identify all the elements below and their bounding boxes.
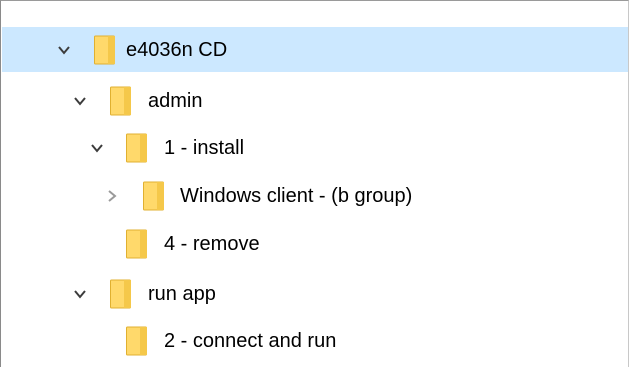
tree-item-2-connect-and-run[interactable]: 2 - connect and run — [2, 318, 628, 363]
tree-item-label: 2 - connect and run — [164, 329, 337, 352]
tree-item-e4036n-cd[interactable]: e4036n CD — [2, 27, 628, 72]
folder-icon — [126, 326, 148, 356]
tree-item-label: admin — [148, 89, 203, 112]
tree-item-label: Windows client - (b group) — [180, 184, 413, 207]
folder-tree-pane: e4036n CD admin 1 - install Windows clie… — [0, 0, 629, 367]
tree-item-label: 1 - install — [164, 136, 245, 159]
tree-item-label: run app — [148, 282, 216, 305]
tree-item-label: e4036n CD — [126, 38, 228, 61]
folder-icon — [94, 35, 116, 65]
folder-icon — [110, 279, 132, 309]
tree-item-4-remove[interactable]: 4 - remove — [2, 221, 628, 266]
tree-item-windows-client-b-group[interactable]: Windows client - (b group) — [2, 173, 628, 218]
chevron-down-icon[interactable] — [69, 90, 91, 112]
tree-item-1-install[interactable]: 1 - install — [2, 125, 628, 170]
folder-icon — [126, 229, 148, 259]
chevron-down-icon[interactable] — [86, 137, 108, 159]
chevron-down-icon[interactable] — [69, 283, 91, 305]
tree-item-label: 4 - remove — [164, 232, 260, 255]
chevron-right-icon[interactable] — [101, 185, 123, 207]
tree-item-admin[interactable]: admin — [2, 78, 628, 123]
tree-item-run-app[interactable]: run app — [2, 271, 628, 316]
folder-icon — [126, 133, 148, 163]
chevron-down-icon[interactable] — [53, 39, 75, 61]
folder-icon — [143, 181, 165, 211]
folder-icon — [110, 86, 132, 116]
